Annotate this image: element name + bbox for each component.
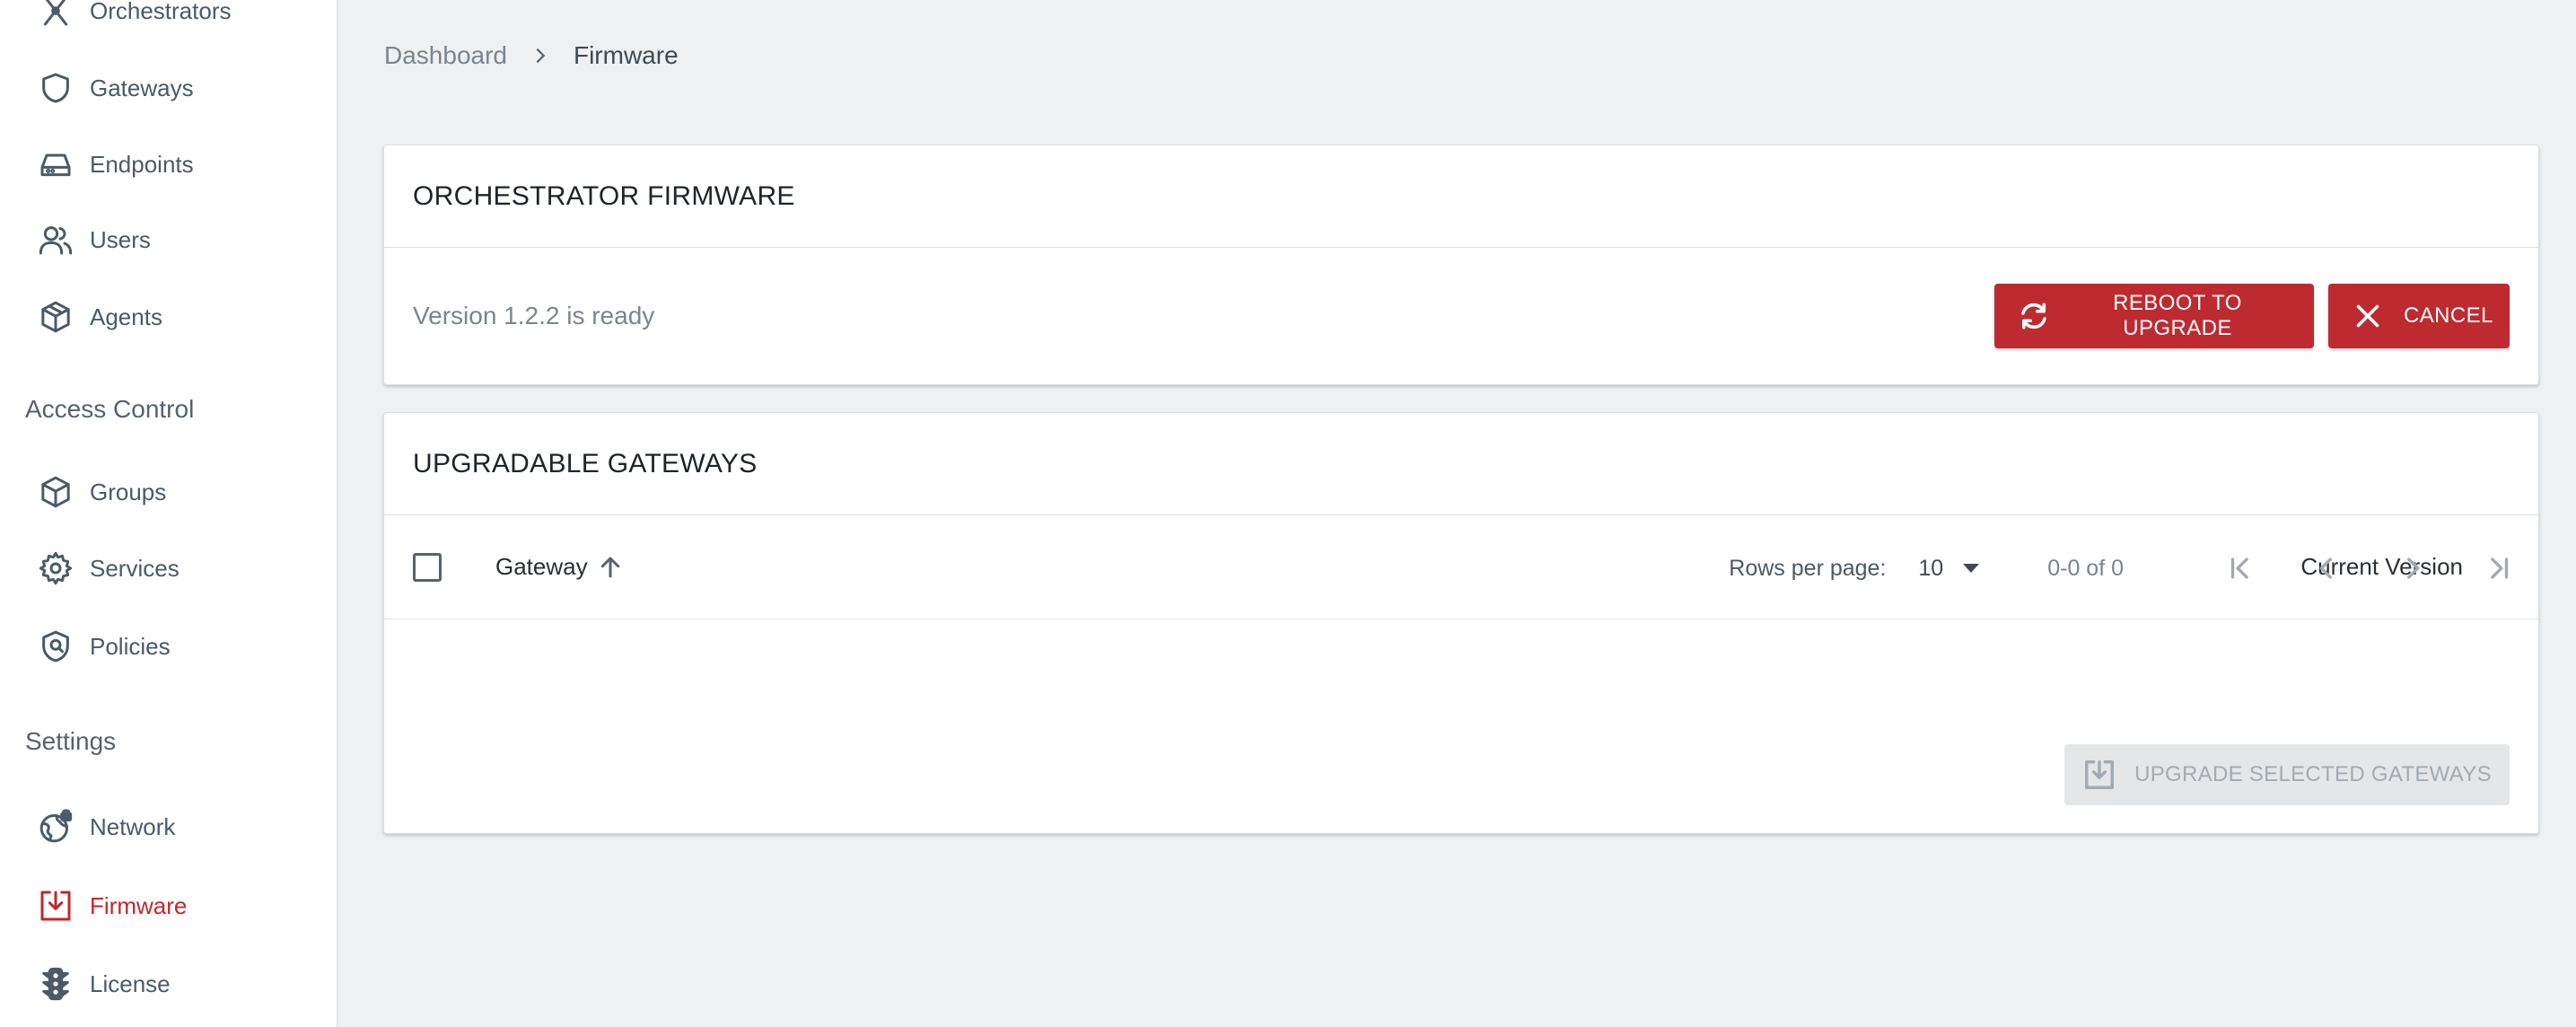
sidebar-item-label: Firmware <box>90 891 188 919</box>
download-box-icon <box>36 886 75 926</box>
shield-check-icon <box>36 627 75 666</box>
sidebar-item-groups[interactable]: Groups <box>36 467 166 517</box>
sidebar-item-gateways[interactable]: Gateways <box>36 63 194 113</box>
orchestrator-firmware-card: ORCHESTRATOR FIRMWARE Version 1.2.2 is r… <box>383 145 2539 385</box>
sidebar-item-label: Orchestrators <box>90 0 232 24</box>
gear-icon <box>36 549 75 588</box>
app: Orchestrators Gateways Endpoints Users A <box>0 0 2576 1027</box>
reboot-to-upgrade-button[interactable]: REBOOT TO UPGRADE <box>1994 284 2314 348</box>
card-title: UPGRADABLE GATEWAYS <box>413 448 758 478</box>
hard-drive-icon <box>36 145 75 184</box>
close-icon <box>2352 300 2384 332</box>
users-icon <box>36 220 75 259</box>
card-header: ORCHESTRATOR FIRMWARE <box>384 145 2538 248</box>
sidebar-item-label: Policies <box>90 632 171 660</box>
sidebar-item-label: Services <box>90 554 180 582</box>
refresh-icon <box>2018 300 2050 332</box>
sidebar-item-endpoints[interactable]: Endpoints <box>36 139 194 189</box>
previous-page-button[interactable] <box>2307 549 2346 588</box>
download-box-icon <box>2082 758 2116 792</box>
firmware-card-body: Version 1.2.2 is ready REBOOT TO UPGRADE… <box>384 248 2538 384</box>
box-icon <box>36 297 75 337</box>
chevron-right-icon <box>2407 557 2420 579</box>
chevron-right-icon <box>530 46 550 66</box>
rows-per-page-label: Rows per page: <box>1729 555 1887 581</box>
caret-down-icon <box>1963 564 1980 573</box>
sidebar-item-users[interactable]: Users <box>36 215 151 265</box>
next-page-button[interactable] <box>2393 549 2432 588</box>
firmware-status-text: Version 1.2.2 is ready <box>413 302 655 329</box>
section-title-access-control: Access Control <box>25 395 195 423</box>
breadcrumb-current: Firmware <box>573 41 679 69</box>
sidebar-item-orchestrators[interactable]: Orchestrators <box>36 0 232 36</box>
sidebar-item-label: Gateways <box>90 74 194 101</box>
rows-per-page-select[interactable]: 10 <box>1918 555 1980 582</box>
pagination-range: 0-0 of 0 <box>2047 555 2124 581</box>
sidebar-item-label: Network <box>90 812 176 840</box>
upgrade-selected-gateways-label: UPGRADE SELECTED GATEWAYS <box>2134 762 2492 786</box>
sidebar-item-label: Agents <box>90 303 162 330</box>
firmware-actions: REBOOT TO UPGRADE CANCEL <box>1994 284 2510 348</box>
cancel-label: CANCEL <box>2404 303 2493 328</box>
breadcrumb: Dashboard Firmware <box>384 41 679 70</box>
card-title: ORCHESTRATOR FIRMWARE <box>413 180 795 211</box>
last-page-icon <box>2491 557 2509 579</box>
box-icon <box>36 472 75 512</box>
upgradable-gateways-card: UPGRADABLE GATEWAYS Gateway Current Vers… <box>383 412 2539 834</box>
breadcrumb-dashboard-link[interactable]: Dashboard <box>384 41 507 70</box>
globe-lock-icon <box>36 807 75 847</box>
traffic-light-icon <box>36 964 75 1004</box>
sidebar-item-label: Groups <box>90 478 167 505</box>
sidebar-item-label: Endpoints <box>90 150 194 178</box>
first-page-button[interactable] <box>2221 549 2260 588</box>
rows-per-page-value: 10 <box>1918 555 1944 581</box>
sidebar-item-agents[interactable]: Agents <box>36 292 162 342</box>
sidebar-item-policies[interactable]: Policies <box>36 621 171 672</box>
orchestrator-icon <box>36 0 75 31</box>
reboot-to-upgrade-label: REBOOT TO UPGRADE <box>2113 291 2242 340</box>
first-page-icon <box>2230 557 2248 579</box>
last-page-button[interactable] <box>2479 549 2519 588</box>
upgrade-selected-gateways-button[interactable]: UPGRADE SELECTED GATEWAYS <box>2064 744 2510 805</box>
sidebar-item-label: License <box>90 970 171 997</box>
sidebar: Orchestrators Gateways Endpoints Users A <box>0 0 338 1027</box>
chevron-left-icon <box>2319 557 2332 579</box>
sidebar-item-firmware[interactable]: Firmware <box>36 881 187 931</box>
cancel-button[interactable]: CANCEL <box>2328 284 2510 348</box>
pagination: Rows per page: 10 0-0 of 0 <box>384 543 2538 593</box>
section-title-settings: Settings <box>25 727 117 755</box>
card-header: UPGRADABLE GATEWAYS <box>384 413 2538 515</box>
sidebar-item-network[interactable]: Network <box>36 802 175 852</box>
sidebar-item-services[interactable]: Services <box>36 543 180 593</box>
shield-icon <box>36 68 75 108</box>
sidebar-item-license[interactable]: License <box>36 959 171 1009</box>
sidebar-item-label: Users <box>90 225 151 253</box>
